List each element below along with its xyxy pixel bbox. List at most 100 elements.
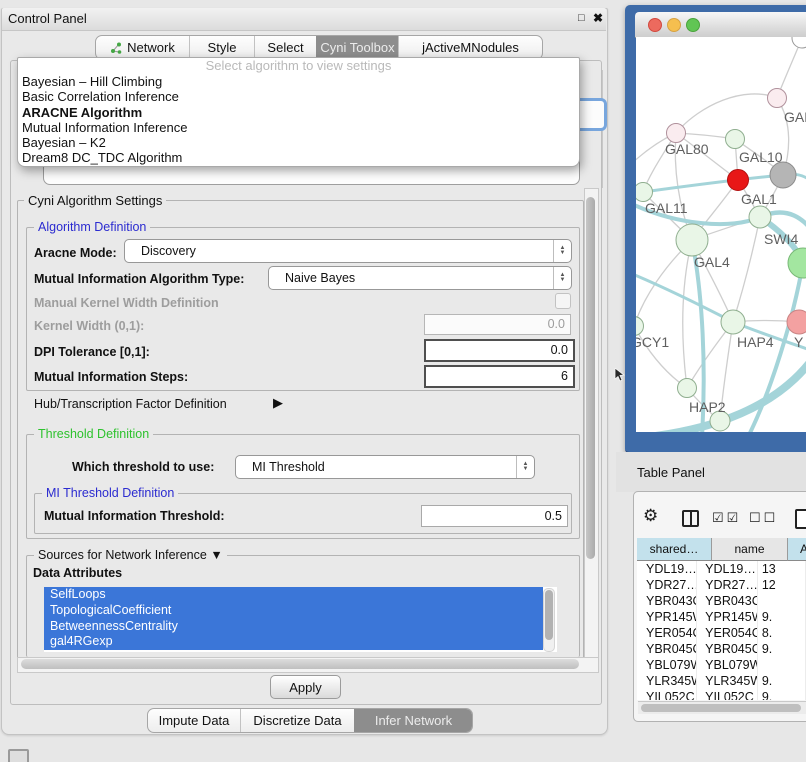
node-GAL11[interactable] (636, 183, 653, 202)
node-top-partial[interactable] (792, 37, 806, 48)
collapsed-panel-icon[interactable] (8, 749, 29, 762)
table-row[interactable]: YLR345WYLR345W9. (637, 673, 806, 689)
tab-label: Cyni Toolbox (320, 40, 394, 55)
table-row[interactable]: YDL19…YDL19…13 (637, 561, 806, 577)
mi-steps-label: Mutual Information Steps: (34, 370, 188, 384)
table-cell: YIL052C (637, 689, 697, 700)
column-header-shared[interactable]: shared… (637, 538, 712, 561)
tab-cyni-toolbox[interactable]: Cyni Toolbox (316, 36, 398, 59)
algorithm-option-aracne-algorithm[interactable]: ARACNE Algorithm (18, 105, 579, 120)
node-GAL80[interactable] (667, 124, 686, 143)
aracne-mode-select[interactable]: Discovery ▲▼ (124, 239, 572, 263)
network-canvas[interactable]: GALGAL80GAL10GAL1GAL11SWI4GAL4GCY1HAP4YH… (636, 37, 806, 432)
table-row[interactable]: YBR045CYBR045C9. (637, 641, 806, 657)
attribute-item-selfloops[interactable]: SelfLoops (44, 587, 543, 603)
table-cell: YDR27… (697, 577, 758, 593)
close-light[interactable] (648, 18, 662, 32)
control-panel-titlebar (2, 8, 606, 31)
network-edge (733, 217, 760, 322)
gear-icon[interactable]: ⚙ (643, 506, 658, 526)
mi-threshold-field[interactable]: 0.5 (421, 505, 568, 527)
algorithm-option-dream8-dc-tdc-algorithm[interactable]: Dream8 DC_TDC Algorithm (18, 150, 579, 165)
node-GAL10[interactable] (726, 130, 745, 149)
close-icon[interactable]: ✖ (593, 11, 603, 25)
table-cell: YBR045C (697, 641, 758, 657)
aracne-mode-label: Aracne Mode: (34, 246, 117, 260)
attribute-item-topologicalcoefficient[interactable]: TopologicalCoefficient (44, 603, 543, 619)
table-cell: YPR145W (697, 609, 758, 625)
columns-icon[interactable] (682, 510, 699, 527)
scrollbar-thumb[interactable] (586, 197, 595, 559)
float-icon[interactable]: □ (578, 12, 585, 24)
table-cell: YLR345W (697, 673, 758, 689)
node-GCY1[interactable] (636, 317, 644, 336)
column-header-name[interactable]: name (712, 538, 788, 561)
select-all-icon[interactable]: ☑☑ (712, 510, 741, 526)
algorithm-option-bayesian-hill-climbing[interactable]: Bayesian – Hill Climbing (18, 74, 579, 89)
algorithm-option-mutual-information-inference[interactable]: Mutual Information Inference (18, 120, 579, 135)
network-edge (683, 240, 692, 388)
node-HAP2[interactable] (678, 379, 697, 398)
attribute-item-gal4rgexp[interactable]: gal4RGexp (44, 634, 543, 650)
table-horizontal-scrollbar[interactable] (638, 701, 806, 714)
settings-vertical-scrollbar[interactable] (584, 188, 599, 658)
mouse-cursor (614, 368, 626, 382)
deselect-all-icon[interactable]: ☐☐ (749, 510, 778, 526)
table-cell: YIL052C (697, 689, 758, 700)
node-label-gal80: GAL80 (665, 141, 709, 157)
network-window-titlebar[interactable] (635, 12, 806, 38)
table-cell: 8. (758, 625, 806, 641)
minimize-light[interactable] (667, 18, 681, 32)
mi-type-select[interactable]: Naive Bayes ▲▼ (268, 266, 572, 290)
algorithm-option-bayesian-k2[interactable]: Bayesian – K2 (18, 135, 579, 150)
node-HAP4[interactable] (721, 310, 745, 334)
table-cell: YPR145W (637, 609, 697, 625)
node-GAL1[interactable] (770, 162, 796, 188)
table-row[interactable]: YER054CYER054C8. (637, 625, 806, 641)
expander-expanded-icon[interactable]: ▼ (210, 548, 222, 562)
expander-collapsed-icon[interactable]: ▶ (273, 395, 283, 411)
file-icon[interactable] (795, 509, 806, 529)
apply-button[interactable]: Apply (270, 675, 341, 699)
dpi-tolerance-field[interactable]: 0.0 (424, 339, 575, 362)
manual-kernel-checkbox[interactable] (555, 293, 571, 309)
hub-definition-label[interactable]: Hub/Transcription Factor Definition (34, 397, 227, 411)
node-bright-green[interactable] (788, 248, 806, 278)
algorithm-dropdown-popup: Select algorithm to view settings Bayesi… (17, 57, 580, 167)
scrollbar-thumb[interactable] (641, 704, 801, 712)
tab-label: Network (127, 40, 175, 55)
tab-style[interactable]: Style (189, 36, 254, 59)
table-cell: 9. (758, 641, 806, 657)
table-cell: YER054C (697, 625, 758, 641)
settings-horizontal-scrollbar[interactable] (17, 657, 599, 673)
node-salmon[interactable] (787, 310, 806, 334)
node-GAL4[interactable] (676, 224, 708, 256)
node-selected-red[interactable] (728, 170, 749, 191)
algorithm-option-basic-correlation-inference[interactable]: Basic Correlation Inference (18, 89, 579, 104)
tab-infer-network[interactable]: Infer Network (354, 709, 472, 732)
mi-steps-field[interactable]: 6 (424, 365, 575, 388)
table-row[interactable]: YPR145WYPR145W9. (637, 609, 806, 625)
tab-impute-data[interactable]: Impute Data (148, 709, 240, 732)
tab-network[interactable]: Network (96, 36, 189, 59)
table-cell: YBR043C (637, 593, 697, 609)
table-row[interactable]: YBR043CYBR043C (637, 593, 806, 609)
table-cell: YBL079W (637, 657, 697, 673)
algorithm-placeholder: Select algorithm to view settings (18, 58, 579, 74)
table-row[interactable]: YDR27…YDR27…12 (637, 577, 806, 593)
node-SWI4[interactable] (749, 206, 771, 228)
tab-discretize-data[interactable]: Discretize Data (240, 709, 354, 732)
table-row[interactable]: YBL079WYBL079W (637, 657, 806, 673)
table-row[interactable]: YIL052CYIL052C9. (637, 689, 806, 700)
which-threshold-select[interactable]: MI Threshold ▲▼ (235, 455, 535, 479)
tab-select[interactable]: Select (254, 36, 316, 59)
attribute-item-betweennesscentrality[interactable]: BetweennessCentrality (44, 619, 543, 635)
tab-jactivemnodules[interactable]: jActiveMNodules (398, 36, 542, 59)
column-header-a[interactable]: A (788, 538, 806, 561)
scrollbar-thumb[interactable] (545, 590, 553, 640)
node-pink-top[interactable] (768, 89, 787, 108)
attribute-list-scrollbar[interactable] (543, 588, 555, 652)
node-label-hap2: HAP2 (689, 399, 726, 415)
scrollbar-thumb[interactable] (21, 659, 579, 669)
zoom-light[interactable] (686, 18, 700, 32)
